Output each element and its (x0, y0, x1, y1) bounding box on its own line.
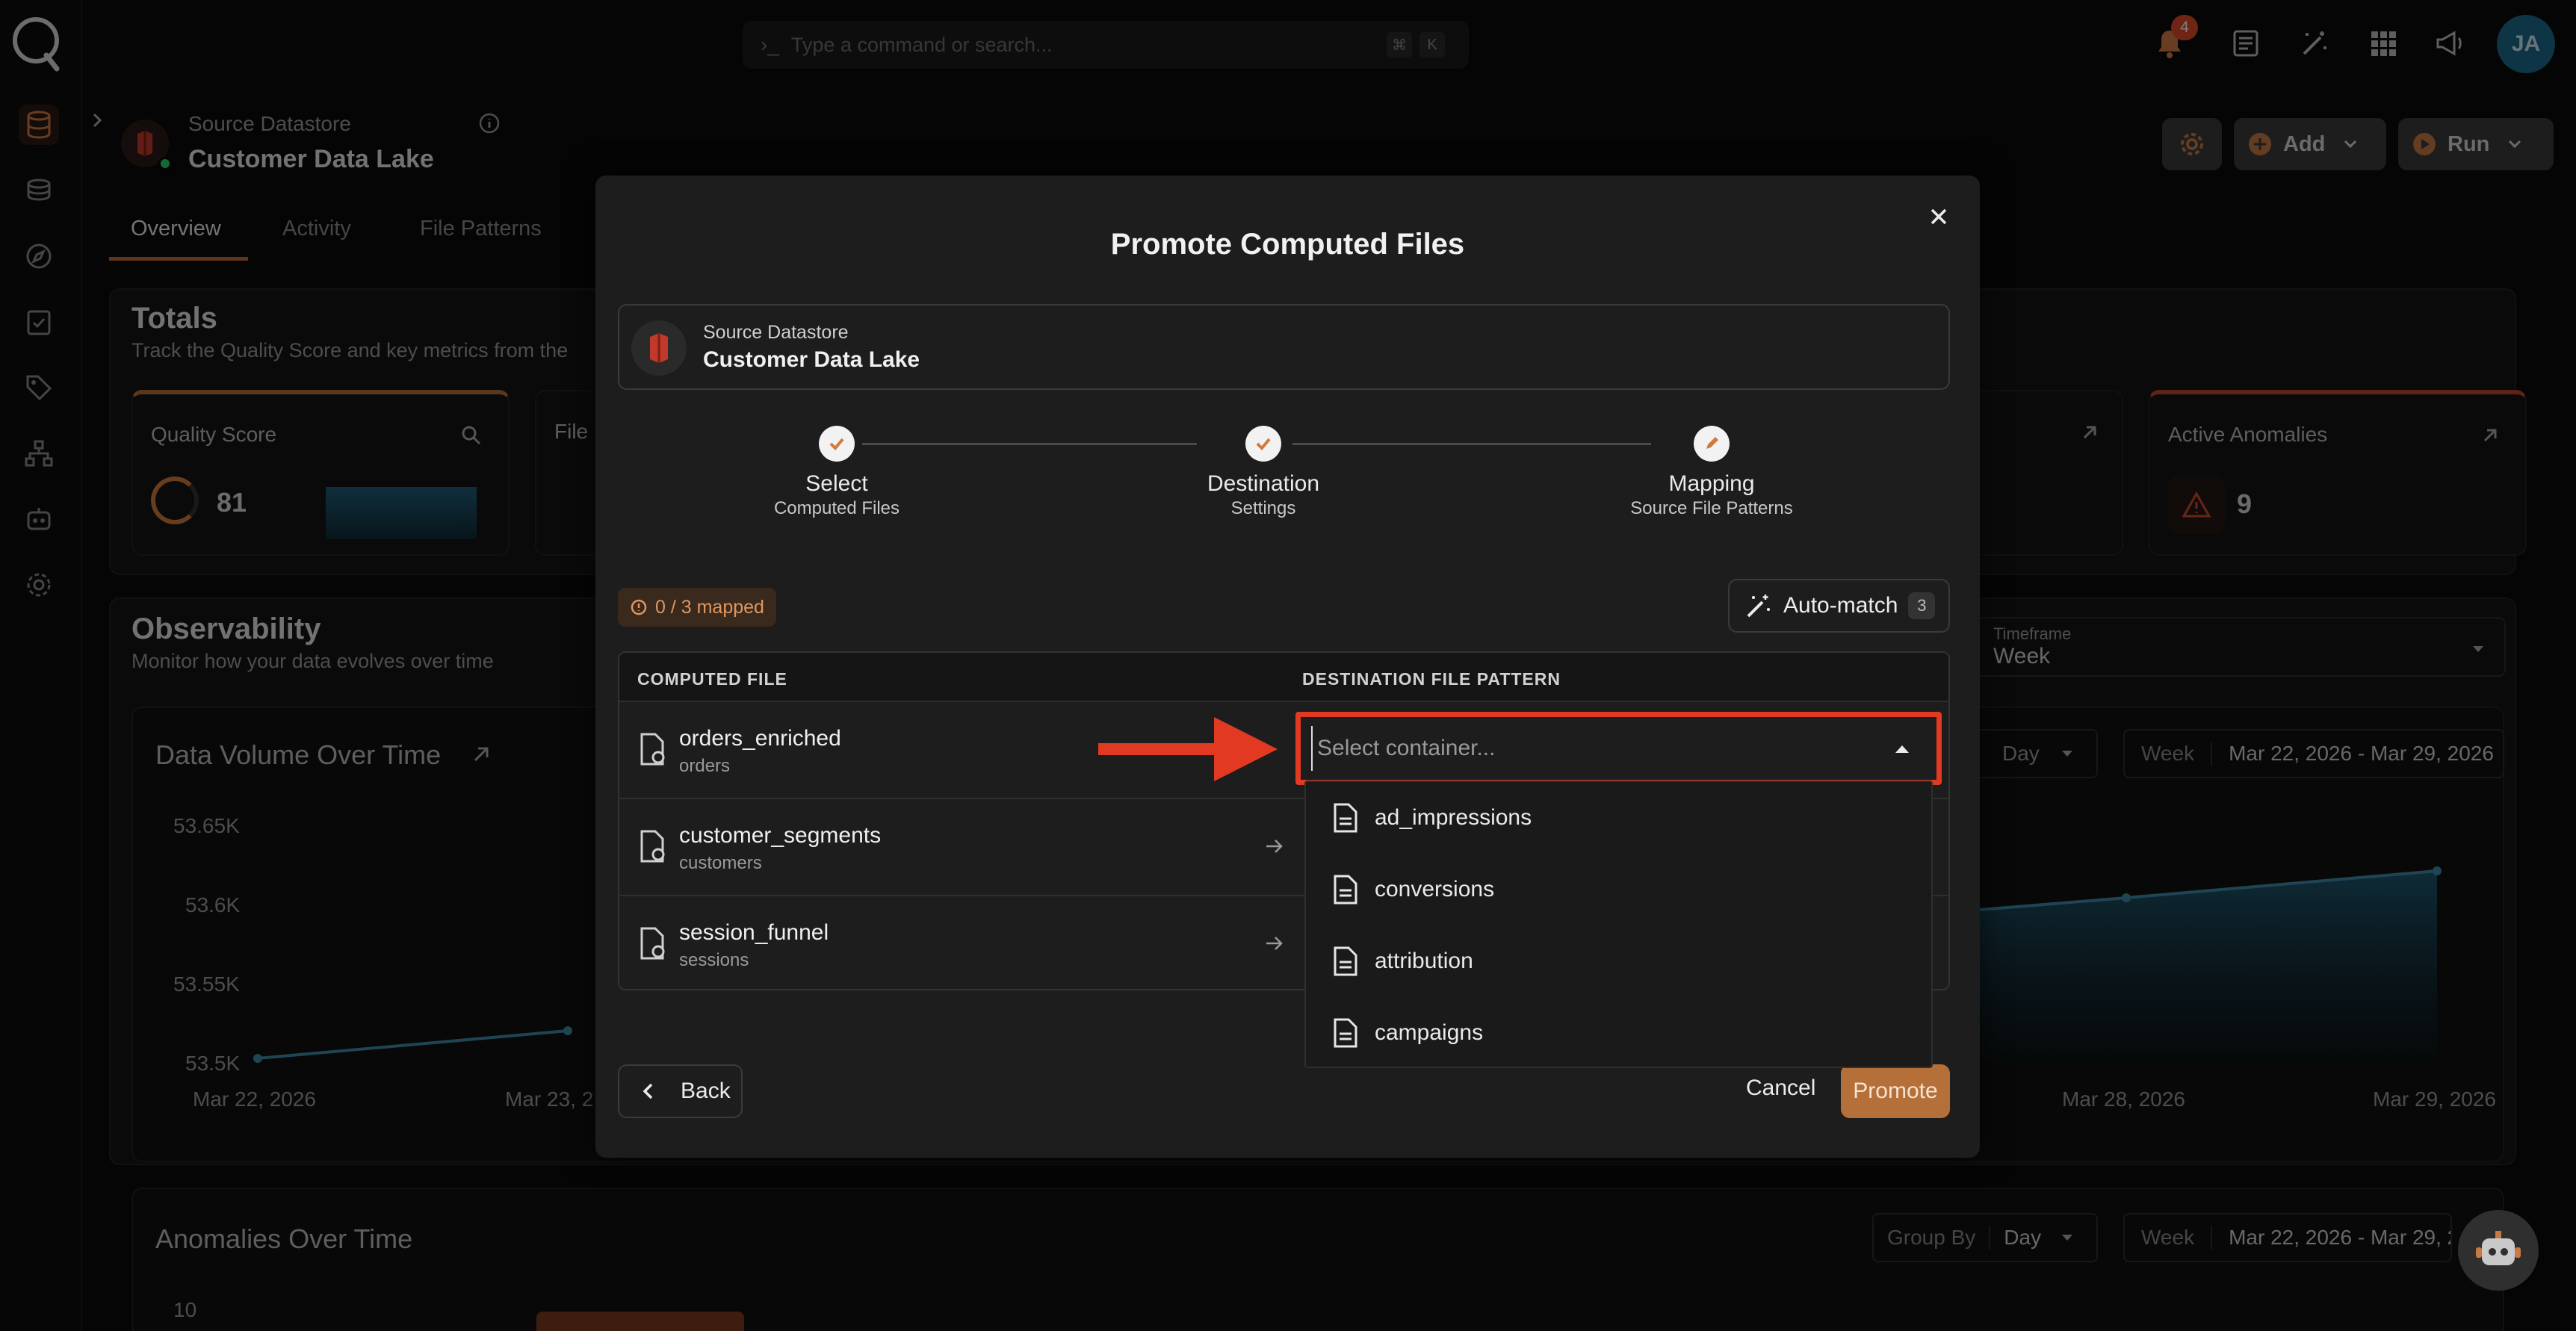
step-connector (1292, 443, 1651, 445)
step-edit-pencil-icon (1694, 426, 1730, 462)
container-search-input[interactable]: Select container... (1311, 726, 1926, 771)
assistant-bot-button[interactable] (2458, 1210, 2539, 1291)
file-icon (1334, 875, 1357, 905)
source-label: Source Datastore (703, 322, 849, 343)
step-complete-check-icon (819, 426, 855, 462)
row-file-name: orders_enriched (679, 726, 841, 751)
source-name: Customer Data Lake (703, 347, 920, 372)
row-file-name: session_funnel (679, 920, 829, 945)
step-3-title: Mapping (1668, 471, 1755, 496)
robot-icon (2476, 1231, 2521, 1265)
chevron-left-icon (643, 1083, 653, 1099)
step-complete-check-icon (1245, 426, 1281, 462)
back-button[interactable]: Back (618, 1064, 743, 1118)
destination-container-select[interactable]: Select container... (1295, 712, 1942, 785)
arrow-right-icon (1266, 937, 1283, 950)
close-icon[interactable] (1920, 198, 1957, 235)
source-datastore-box: Source Datastore Customer Data Lake (618, 304, 1950, 390)
step-2-subtitle: Settings (1230, 498, 1296, 518)
step-connector (862, 443, 1197, 445)
col-destination-pattern: DESTINATION FILE PATTERN (1302, 669, 1561, 689)
file-icon (1334, 1018, 1357, 1048)
file-icon (1334, 803, 1357, 833)
col-computed-file: COMPUTED FILE (637, 669, 787, 689)
mapped-count-badge: 0 / 3 mapped (618, 588, 776, 627)
annotation-arrow-icon (1098, 717, 1278, 781)
caret-up-icon[interactable] (1892, 739, 1912, 759)
auto-match-button[interactable]: Auto-match 3 (1728, 579, 1950, 633)
table-header: COMPUTED FILE DESTINATION FILE PATTERN (619, 653, 1948, 702)
computed-file-icon (640, 733, 665, 766)
magic-wand-icon (1747, 595, 1770, 618)
computed-file-icon (640, 927, 665, 960)
computed-file-icon (640, 830, 665, 863)
cancel-button[interactable]: Cancel (1746, 1076, 1815, 1101)
option-campaigns[interactable]: campaigns (1306, 997, 1931, 1069)
info-circle-icon (631, 599, 647, 615)
step-3-subtitle: Source File Patterns (1630, 498, 1793, 518)
option-attribution[interactable]: attribution (1306, 925, 1931, 997)
row-file-source: customers (679, 853, 762, 873)
step-1-subtitle: Computed Files (773, 498, 900, 518)
option-ad-impressions[interactable]: ad_impressions (1306, 782, 1931, 854)
file-icon (1334, 946, 1357, 976)
auto-match-count: 3 (1908, 592, 1936, 619)
modal-title: Promote Computed Files (1110, 228, 1465, 261)
option-conversions[interactable]: conversions (1306, 854, 1931, 925)
promote-button[interactable]: Promote (1841, 1064, 1950, 1118)
step-1-title: Select (805, 471, 868, 496)
row-file-source: sessions (679, 950, 749, 970)
container-options-list: ad_impressions conversions attribution c… (1304, 781, 1933, 1068)
row-file-name: customer_segments (679, 823, 882, 848)
row-file-source: orders (679, 756, 731, 776)
arrow-right-icon (1266, 840, 1283, 853)
step-2-title: Destination (1207, 471, 1320, 496)
datastore-logo-icon (631, 320, 687, 376)
